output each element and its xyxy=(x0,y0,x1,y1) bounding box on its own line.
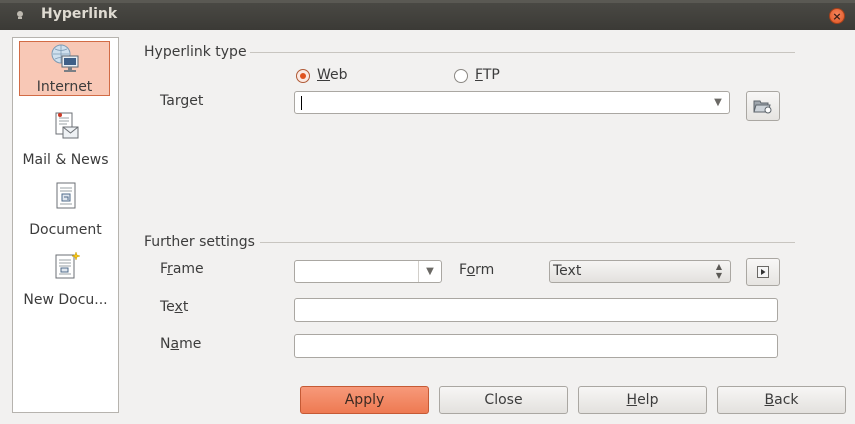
window-menu-icon[interactable] xyxy=(15,10,25,20)
sidebar-item-document[interactable]: Document xyxy=(13,178,118,240)
name-label: Name xyxy=(160,336,202,352)
hyperlink-type-heading: Hyperlink type xyxy=(144,44,247,60)
section-divider xyxy=(250,52,795,53)
open-folder-icon xyxy=(753,100,772,114)
close-icon: × xyxy=(832,9,842,23)
text-cursor xyxy=(301,96,302,110)
events-button[interactable] xyxy=(746,258,780,286)
sidebar-item-mail-news[interactable]: Mail & News xyxy=(13,108,118,170)
close-window-button[interactable]: × xyxy=(829,8,845,24)
new-document-icon xyxy=(55,251,81,279)
background-window-strip xyxy=(0,0,855,3)
form-label: Form xyxy=(459,262,495,278)
chevron-down-icon[interactable]: ▼ xyxy=(707,92,729,113)
chevron-down-icon[interactable]: ▼ xyxy=(418,261,441,282)
sidebar-item-label: Internet xyxy=(36,79,93,95)
hyperlink-category-list: Internet Mail & News Document New Docu..… xyxy=(12,37,119,413)
close-button[interactable]: Close xyxy=(439,386,568,414)
sidebar-item-new-document[interactable]: New Docu... xyxy=(13,248,118,310)
frame-label: Frame xyxy=(160,261,204,277)
name-input[interactable] xyxy=(294,334,778,358)
form-select[interactable]: Text ▲ ▼ xyxy=(549,260,731,283)
sidebar-item-internet[interactable]: Internet xyxy=(19,41,110,96)
sidebar-item-label: Mail & News xyxy=(22,152,109,168)
web-radio[interactable] xyxy=(296,69,310,83)
form-select-value: Text xyxy=(553,263,582,279)
target-label: Target xyxy=(160,93,204,109)
back-button[interactable]: Back xyxy=(717,386,846,414)
text-label: Text xyxy=(160,299,189,315)
internet-globe-icon xyxy=(51,44,78,72)
sidebar-item-label: New Docu... xyxy=(23,292,108,308)
document-icon xyxy=(56,182,75,209)
play-icon xyxy=(757,266,769,278)
ftp-radio-label[interactable]: FTP xyxy=(475,67,500,83)
ftp-radio[interactable] xyxy=(454,69,468,83)
title-bar: Hyperlink × xyxy=(0,0,855,30)
web-radio-label[interactable]: Web xyxy=(317,67,348,83)
mail-news-icon xyxy=(55,112,78,139)
frame-combobox[interactable]: ▼ xyxy=(294,260,442,283)
browse-target-button[interactable] xyxy=(746,91,780,121)
section-divider xyxy=(260,242,795,243)
window-title: Hyperlink xyxy=(41,6,118,22)
spinner-arrows-icon: ▲ ▼ xyxy=(715,262,722,280)
help-button[interactable]: Help xyxy=(578,386,707,414)
apply-button[interactable]: Apply xyxy=(300,386,429,414)
sidebar-item-label: Document xyxy=(29,222,102,238)
further-settings-heading: Further settings xyxy=(144,234,255,250)
target-url-combobox[interactable]: ▼ xyxy=(294,91,730,114)
text-input[interactable] xyxy=(294,298,778,322)
